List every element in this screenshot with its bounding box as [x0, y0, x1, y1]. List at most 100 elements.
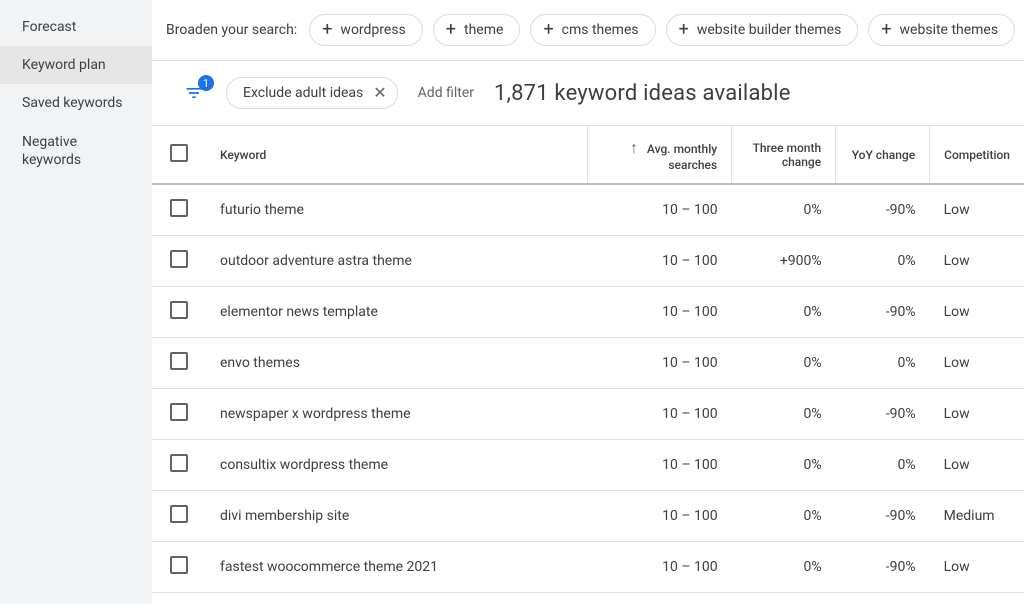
row-avg: 10 – 100: [588, 287, 732, 338]
chip-label: wordpress: [340, 22, 405, 38]
broaden-chip-website-builder-themes[interactable]: + website builder themes: [666, 14, 859, 46]
sidebar-item-saved-keywords[interactable]: Saved keywords: [0, 84, 152, 122]
row-three-month: 0%: [732, 389, 836, 440]
row-three-month: 0%: [732, 542, 836, 593]
row-checkbox-cell[interactable]: [152, 593, 206, 604]
row-avg: 10 – 100: [588, 440, 732, 491]
row-three-month: 0%: [732, 593, 836, 604]
row-yoy: 0%: [836, 338, 930, 389]
header-three-month[interactable]: Three month change: [732, 126, 836, 184]
row-competition: Medium: [930, 491, 1024, 542]
checkbox-icon[interactable]: [170, 199, 188, 217]
broaden-bar: Broaden your search: + wordpress + theme…: [152, 0, 1024, 61]
row-yoy: -90%: [836, 389, 930, 440]
filter-bar: 1 Exclude adult ideas ✕ Add filter 1,871…: [152, 61, 1024, 125]
row-avg: 10 – 100: [588, 338, 732, 389]
row-avg: 10 – 100: [588, 236, 732, 287]
checkbox-icon[interactable]: [170, 403, 188, 421]
chip-label: website themes: [900, 22, 999, 38]
row-keyword: envo themes: [206, 338, 588, 389]
table-row: futurio theme10 – 1000%-90%Low: [152, 184, 1024, 236]
row-three-month: +900%: [732, 236, 836, 287]
row-three-month: 0%: [732, 184, 836, 236]
row-checkbox-cell[interactable]: [152, 338, 206, 389]
add-filter-button[interactable]: Add filter: [418, 85, 474, 101]
keyword-table: Keyword ↑ Avg. monthly searches Three mo…: [152, 126, 1024, 604]
row-checkbox-cell[interactable]: [152, 287, 206, 338]
chip-label: website builder themes: [697, 22, 841, 38]
header-select-all[interactable]: [152, 126, 206, 184]
row-avg: 10 – 100: [588, 542, 732, 593]
checkbox-icon[interactable]: [170, 505, 188, 523]
checkbox-icon[interactable]: [170, 454, 188, 472]
row-competition: Low: [930, 440, 1024, 491]
plus-icon: +: [679, 23, 689, 37]
header-avg-searches[interactable]: ↑ Avg. monthly searches: [588, 126, 732, 184]
main-content: Broaden your search: + wordpress + theme…: [152, 0, 1024, 604]
row-competition: Low: [930, 389, 1024, 440]
filter-funnel-button[interactable]: 1: [182, 81, 206, 105]
row-checkbox-cell[interactable]: [152, 184, 206, 236]
chip-label: theme: [464, 22, 503, 38]
sidebar-item-forecast[interactable]: Forecast: [0, 8, 152, 46]
broaden-chip-cms-themes[interactable]: + cms themes: [530, 14, 655, 46]
header-competition[interactable]: Competition: [930, 126, 1024, 184]
row-keyword: consultix wordpress theme: [206, 440, 588, 491]
row-checkbox-cell[interactable]: [152, 389, 206, 440]
keyword-table-wrap: Keyword ↑ Avg. monthly searches Three mo…: [152, 125, 1024, 604]
row-yoy: -90%: [836, 184, 930, 236]
row-checkbox-cell[interactable]: [152, 491, 206, 542]
filter-chip-exclude-adult[interactable]: Exclude adult ideas ✕: [226, 77, 398, 109]
plus-icon: +: [446, 23, 456, 37]
table-row: divi membership site10 – 1000%-90%Medium: [152, 491, 1024, 542]
header-avg-label: Avg. monthly searches: [647, 142, 717, 172]
row-yoy: -90%: [836, 593, 930, 604]
sidebar-item-keyword-plan[interactable]: Keyword plan: [0, 46, 152, 84]
row-yoy: 0%: [836, 236, 930, 287]
checkbox-icon[interactable]: [170, 250, 188, 268]
header-keyword[interactable]: Keyword: [206, 126, 588, 184]
row-avg: 10 – 100: [588, 491, 732, 542]
chip-label: cms themes: [562, 22, 639, 38]
row-competition: Low: [930, 338, 1024, 389]
broaden-chip-website-themes[interactable]: + website themes: [868, 14, 1015, 46]
table-row: newspaper x wordpress theme10 – 1000%-90…: [152, 389, 1024, 440]
checkbox-icon[interactable]: [170, 352, 188, 370]
row-avg: 10 – 100: [588, 593, 732, 604]
row-competition: Low: [930, 236, 1024, 287]
broaden-chip-wordpress[interactable]: + wordpress: [309, 14, 423, 46]
filter-chip-label: Exclude adult ideas: [243, 85, 363, 101]
row-three-month: 0%: [732, 287, 836, 338]
row-checkbox-cell[interactable]: [152, 440, 206, 491]
sidebar-item-negative-keywords[interactable]: Negative keywords: [0, 123, 152, 179]
table-row: outdoor adventure astra theme10 – 100+90…: [152, 236, 1024, 287]
broaden-chip-theme[interactable]: + theme: [433, 14, 521, 46]
row-keyword: futurio theme: [206, 184, 588, 236]
row-keyword: elementor news template: [206, 287, 588, 338]
row-competition: Low: [930, 287, 1024, 338]
row-avg: 10 – 100: [588, 389, 732, 440]
row-avg: 10 – 100: [588, 184, 732, 236]
checkbox-icon[interactable]: [170, 144, 188, 162]
header-yoy[interactable]: YoY change: [836, 126, 930, 184]
checkbox-icon[interactable]: [170, 301, 188, 319]
table-row: envo themes10 – 1000%0%Low: [152, 338, 1024, 389]
plus-icon: +: [881, 23, 891, 37]
table-header-row: Keyword ↑ Avg. monthly searches Three mo…: [152, 126, 1024, 184]
row-yoy: -90%: [836, 287, 930, 338]
table-row: best wordpress themes for lifestyle blog…: [152, 593, 1024, 604]
sort-arrow-up-icon: ↑: [630, 138, 638, 157]
row-competition: Low: [930, 593, 1024, 604]
plus-icon: +: [322, 23, 332, 37]
row-checkbox-cell[interactable]: [152, 236, 206, 287]
row-competition: Low: [930, 184, 1024, 236]
close-icon[interactable]: ✕: [373, 85, 386, 101]
row-keyword: fastest woocommerce theme 2021: [206, 542, 588, 593]
broaden-label: Broaden your search:: [166, 22, 297, 38]
checkbox-icon[interactable]: [170, 556, 188, 574]
sidebar: Forecast Keyword plan Saved keywords Neg…: [0, 0, 152, 604]
table-row: consultix wordpress theme10 – 1000%0%Low: [152, 440, 1024, 491]
row-keyword: outdoor adventure astra theme: [206, 236, 588, 287]
row-three-month: 0%: [732, 491, 836, 542]
row-checkbox-cell[interactable]: [152, 542, 206, 593]
